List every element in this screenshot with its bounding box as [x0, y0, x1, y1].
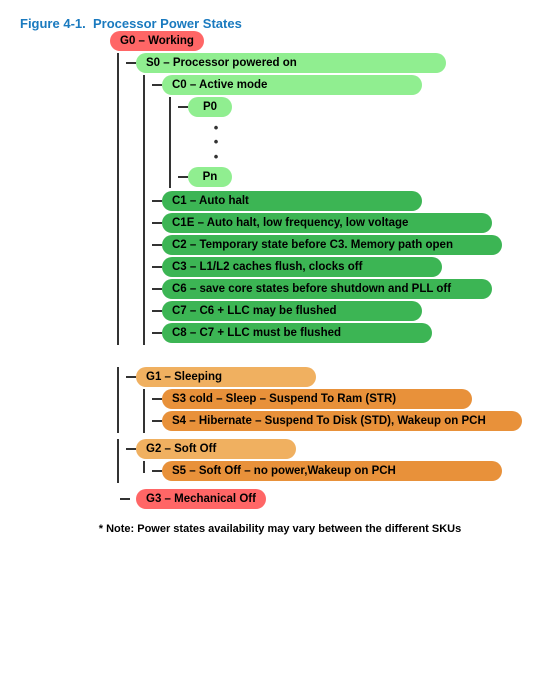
c1-box: C1 – Auto halt: [162, 191, 422, 211]
c3-box: C3 – L1/L2 caches flush, clocks off: [162, 257, 442, 277]
s0-box: S0 – Processor powered on: [136, 53, 446, 73]
s3-box: S3 cold – Sleep – Suspend To Ram (STR): [162, 389, 472, 409]
g3-box: G3 – Mechanical Off: [136, 489, 266, 509]
g0-box: G0 – Working: [110, 31, 204, 51]
diagram: G0 – Working S0 – Processor powered on: [20, 31, 530, 535]
s5-box: S5 – Soft Off – no power,Wakeup on PCH: [162, 461, 502, 481]
pn-box: Pn: [188, 167, 232, 187]
c7-box: C7 – C6 + LLC may be flushed: [162, 301, 422, 321]
c1e-box: C1E – Auto halt, low frequency, low volt…: [162, 213, 492, 233]
c6-box: C6 – save core states before shutdown an…: [162, 279, 492, 299]
g1-box: G1 – Sleeping: [136, 367, 316, 387]
c8-box: C8 – C7 + LLC must be flushed: [162, 323, 432, 343]
figure-title: Figure 4-1. Processor Power States: [20, 16, 530, 31]
dots: • • •: [200, 121, 232, 164]
note: * Note: Power states availability may va…: [30, 523, 530, 535]
s4-box: S4 – Hibernate – Suspend To Disk (STD), …: [162, 411, 522, 431]
g2-box: G2 – Soft Off: [136, 439, 296, 459]
c0-box: C0 – Active mode: [162, 75, 422, 95]
p0-box: P0: [188, 97, 232, 117]
c2-box: C2 – Temporary state before C3. Memory p…: [162, 235, 502, 255]
